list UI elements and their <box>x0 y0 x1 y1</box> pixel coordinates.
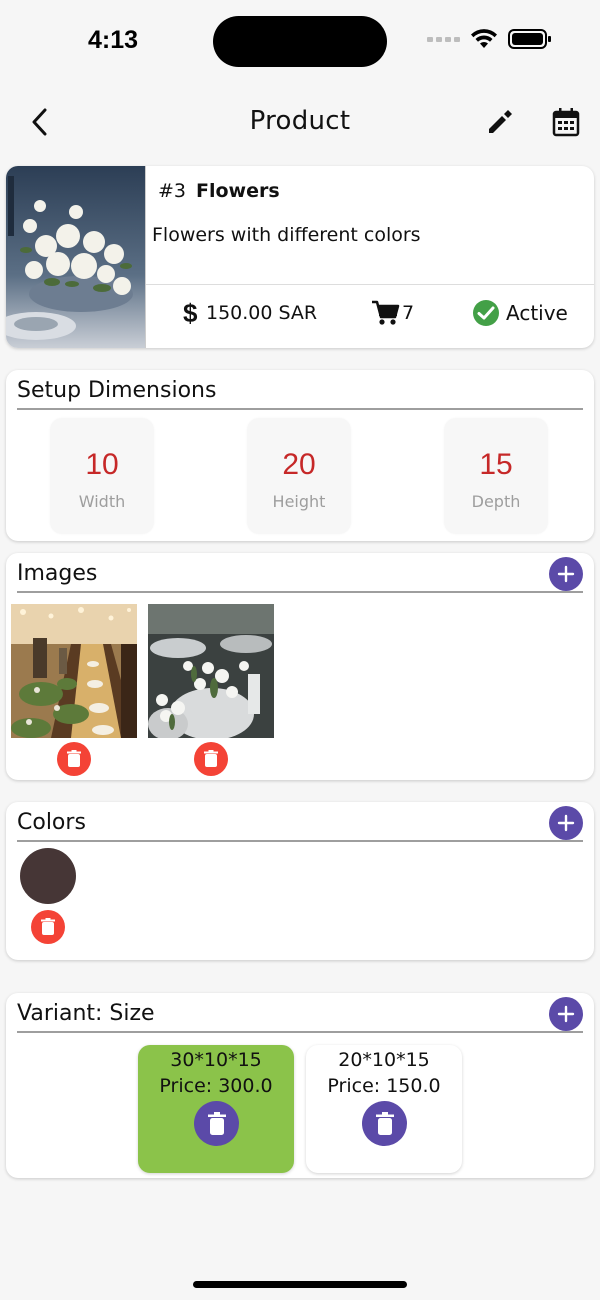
price-text: 150.00 SAR <box>206 302 318 324</box>
dimension-label: Height <box>272 492 326 511</box>
calendar-button[interactable] <box>548 104 584 140</box>
status-text: Active <box>506 301 568 325</box>
product-description: Flowers with different colors <box>152 224 421 246</box>
variant-card[interactable]: 20*10*15 Price: 150.0 <box>306 1045 462 1173</box>
product-id: #3 <box>158 180 187 202</box>
product-card: #3 Flowers Flowers with different colors… <box>6 166 594 348</box>
delete-variant-button[interactable] <box>194 1101 239 1146</box>
add-variant-button[interactable] <box>549 997 583 1031</box>
product-price: $ 150.00 SAR <box>182 299 317 327</box>
divider <box>17 591 583 593</box>
dimension-value: 15 <box>479 448 513 481</box>
variant-size: 30*10*15 <box>170 1049 262 1071</box>
dimension-depth: 15 Depth <box>444 418 548 534</box>
section-title: Variant: Size <box>17 1001 155 1026</box>
color-swatch[interactable] <box>20 848 76 904</box>
product-cart-count: 7 <box>370 299 414 327</box>
variant-size: 20*10*15 <box>338 1049 430 1071</box>
plus-icon <box>557 565 575 583</box>
section-title: Images <box>17 561 98 586</box>
variant-price: Price: 300.0 <box>159 1075 273 1097</box>
status-badge: Active <box>472 299 568 327</box>
variant-card[interactable]: 30*10*15 Price: 300.0 <box>138 1045 294 1173</box>
variants-card: Variant: Size 30*10*15 Price: 300.0 20*1… <box>6 993 594 1178</box>
edit-button[interactable] <box>482 104 518 140</box>
app-bar: Product <box>0 90 600 154</box>
product-image <box>6 166 146 348</box>
dimension-height: 20 Height <box>247 418 351 534</box>
dimension-value: 10 <box>85 448 119 481</box>
divider <box>17 408 583 410</box>
dimensions-card: Setup Dimensions 10 Width 20 Height 15 D… <box>6 370 594 541</box>
add-color-button[interactable] <box>549 806 583 840</box>
product-heading: #3 Flowers <box>158 180 280 202</box>
gallery-image[interactable] <box>148 604 274 738</box>
plus-icon <box>557 1005 575 1023</box>
dynamic-island <box>213 16 387 67</box>
divider <box>17 840 583 842</box>
trash-icon <box>375 1111 394 1135</box>
svg-text:$: $ <box>183 299 198 327</box>
dollar-icon: $ <box>183 299 198 327</box>
wifi-icon <box>471 29 497 48</box>
status-icons <box>427 28 552 50</box>
signal-icon <box>427 36 460 42</box>
delete-image-button[interactable] <box>194 742 228 776</box>
delete-image-button[interactable] <box>57 742 91 776</box>
calendar-icon <box>552 108 580 137</box>
colors-card: Colors <box>6 802 594 960</box>
divider <box>17 1031 583 1033</box>
cart-count-text: 7 <box>402 302 415 324</box>
status-bar: 4:13 <box>0 0 600 84</box>
product-meta: $ 150.00 SAR 7 Active <box>146 285 594 348</box>
check-circle-icon <box>473 300 499 326</box>
cart-icon <box>372 300 400 325</box>
gallery-image[interactable] <box>11 604 137 738</box>
trash-icon <box>207 1111 226 1135</box>
add-image-button[interactable] <box>549 557 583 591</box>
trash-icon <box>204 750 218 767</box>
plus-icon <box>557 814 575 832</box>
delete-variant-button[interactable] <box>362 1101 407 1146</box>
variant-price: Price: 150.0 <box>327 1075 441 1097</box>
dimension-label: Depth <box>471 492 521 511</box>
section-title: Setup Dimensions <box>17 378 217 403</box>
trash-icon <box>41 918 55 935</box>
dimension-label: Width <box>78 492 126 511</box>
dimension-width: 10 Width <box>50 418 154 534</box>
delete-color-button[interactable] <box>31 910 65 944</box>
home-indicator <box>193 1281 407 1288</box>
trash-icon <box>67 750 81 767</box>
dimension-value: 20 <box>282 448 316 481</box>
status-time: 4:13 <box>88 26 139 54</box>
battery-icon <box>508 29 551 49</box>
product-name: Flowers <box>196 180 280 202</box>
pencil-icon <box>489 110 512 133</box>
section-title: Colors <box>17 810 86 835</box>
images-card: Images <box>6 553 594 780</box>
